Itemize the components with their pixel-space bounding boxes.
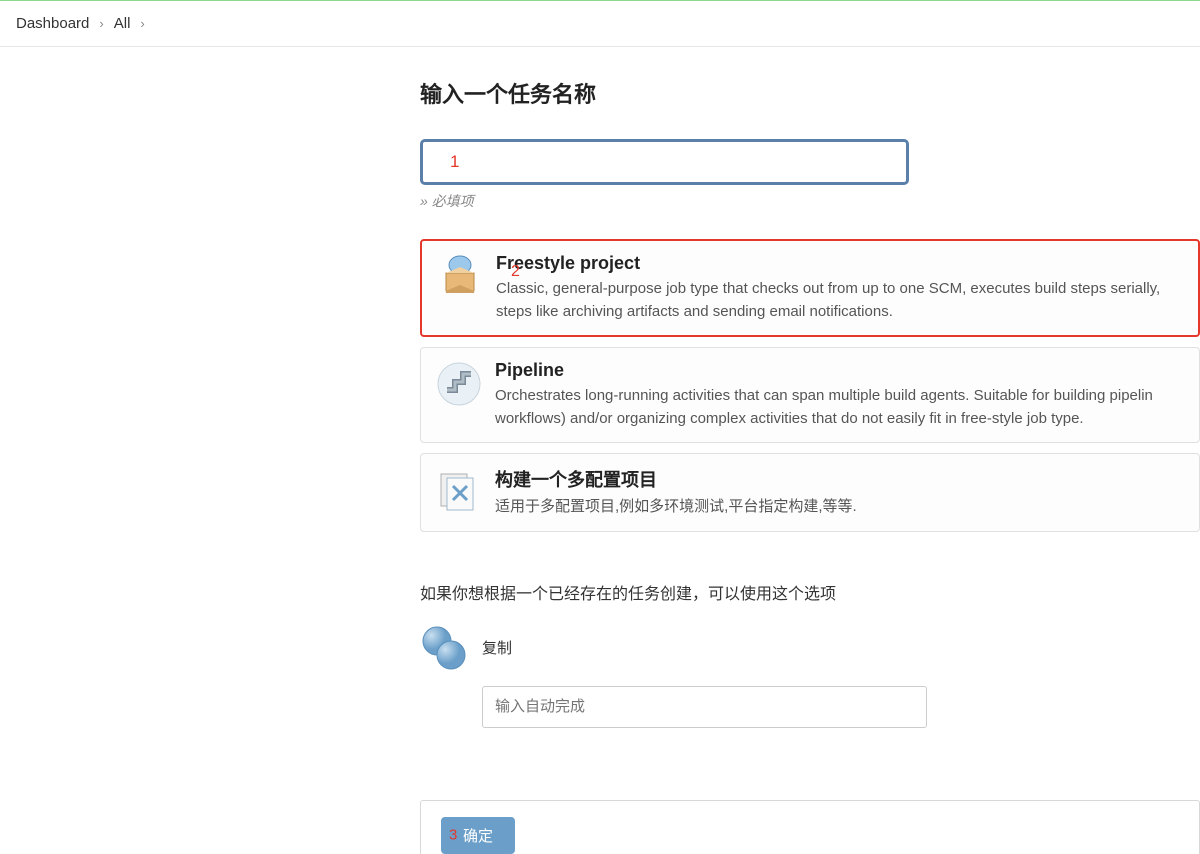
copy-heading: 如果你想根据一个已经存在的任务创建，可以使用这个选项 [420,580,1200,604]
footer-bar: 3 确定 [420,800,1200,854]
job-type-freestyle[interactable]: 2 Freestyle project Classic, general-pur… [420,239,1200,337]
main-content: 输入一个任务名称 1 » 必填项 2 Freestyle project Cla… [0,47,1200,854]
pipeline-icon [437,362,481,406]
job-description: Orchestrates long-running activities tha… [495,385,1183,430]
ok-button-label: 确定 [463,828,493,845]
job-type-multiconfig[interactable]: 构建一个多配置项目 适用于多配置项目,例如多环境测试,平台指定构建,等等. [420,453,1200,532]
chevron-right-icon: › [140,16,144,31]
ok-button[interactable]: 3 确定 [441,817,515,854]
multiconfig-icon [437,468,481,512]
copy-from-input[interactable] [482,686,927,728]
name-input-wrapper: 1 [420,139,1200,185]
job-description: Classic, general-purpose job type that c… [496,278,1182,323]
required-note: » 必填项 [420,191,1200,211]
job-content: Freestyle project Classic, general-purpo… [496,253,1182,323]
job-content: 构建一个多配置项目 适用于多配置项目,例如多环境测试,平台指定构建,等等. [495,466,1183,519]
copy-icon [420,624,468,672]
breadcrumb-item-dashboard[interactable]: Dashboard [16,15,89,32]
copy-section: 如果你想根据一个已经存在的任务创建，可以使用这个选项 复制 [420,580,1200,728]
breadcrumb: Dashboard › All › [0,1,1200,47]
freestyle-project-icon [438,255,482,299]
page-title: 输入一个任务名称 [420,77,1200,109]
job-type-pipeline[interactable]: Pipeline Orchestrates long-running activ… [420,347,1200,443]
chevron-right-icon: › [99,16,103,31]
job-description: 适用于多配置项目,例如多环境测试,平台指定构建,等等. [495,496,1183,519]
copy-row: 复制 [420,624,1200,672]
annotation-3: 3 [449,827,457,844]
job-title: 构建一个多配置项目 [495,466,1183,492]
item-name-input[interactable] [420,139,909,185]
job-title: Freestyle project [496,253,1182,274]
breadcrumb-item-all[interactable]: All [114,15,131,32]
job-content: Pipeline Orchestrates long-running activ… [495,360,1183,430]
copy-label: 复制 [482,637,512,658]
job-title: Pipeline [495,360,1183,381]
